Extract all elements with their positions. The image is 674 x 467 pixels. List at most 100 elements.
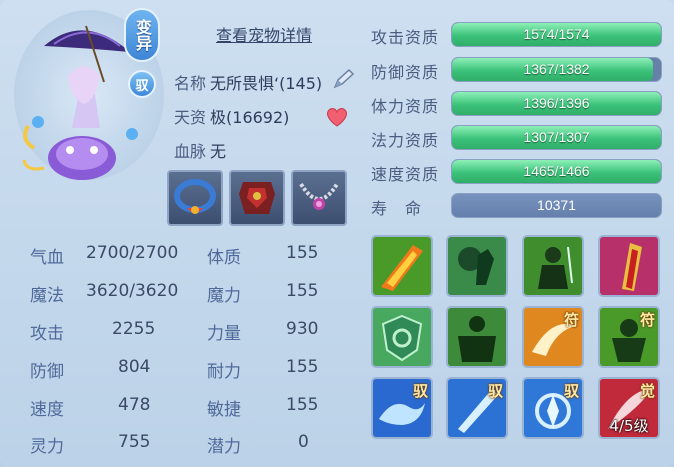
stat-hp-label: 气血: [30, 248, 64, 268]
skill-12-level: 4/5级: [609, 417, 649, 435]
stat-pot: 潜力: [207, 432, 241, 457]
stat-con: 体质: [207, 243, 241, 268]
skill-slot-7[interactable]: 符: [522, 306, 584, 368]
stat-agi-label: 敏捷: [207, 400, 241, 420]
pet-talent-row: 天资 极(16692): [174, 104, 289, 128]
stat-con-label: 体质: [207, 248, 241, 268]
skill-slot-9[interactable]: 驭: [371, 377, 433, 439]
ride-badge-label: 驭: [135, 78, 149, 94]
skill-slot-6[interactable]: [446, 306, 508, 368]
skill-slot-4[interactable]: [598, 235, 660, 297]
skill-11-tag: 驭: [563, 382, 579, 400]
skill-slot-11[interactable]: 驭: [522, 377, 584, 439]
edit-name-icon[interactable]: [332, 68, 356, 90]
apt-stamina-label: 体力资质: [371, 97, 440, 116]
skill-slot-12[interactable]: 觉 4/5级: [598, 377, 660, 439]
stat-str: 力量: [207, 319, 241, 344]
skill-8-tag: 符: [639, 311, 655, 329]
stat-con-value: 155: [286, 243, 319, 263]
brute-skill-icon: [448, 308, 506, 366]
pet-name-row: 名称 无所畏惧‘(145): [174, 70, 322, 94]
apt-magic-value: 1307/1307: [523, 129, 590, 145]
mutant-badge-label: 变异: [133, 19, 152, 51]
stat-agi-value: 155: [286, 395, 319, 415]
stat-end: 耐力: [207, 357, 241, 382]
apt-magic-label: 法力资质: [371, 131, 440, 150]
view-pet-details-link[interactable]: 查看宠物详情: [216, 22, 312, 46]
stat-hp-value: 2700/2700: [86, 243, 179, 263]
skill-slot-5[interactable]: [371, 306, 433, 368]
skill-7-tag: 符: [563, 311, 579, 329]
warrior-skill-icon: [524, 237, 582, 295]
stat-spd-value: 478: [118, 395, 151, 415]
flame-blade-skill-icon: [600, 237, 658, 295]
collar-icon: [174, 179, 216, 214]
apt-attack-label: 攻击资质: [371, 28, 440, 47]
armor-icon: [239, 182, 275, 214]
pet-name-label: 名称: [174, 74, 207, 93]
apt-defense-value: 1367/1382: [523, 61, 590, 77]
stat-str-value: 930: [286, 319, 319, 339]
skill-slot-1[interactable]: [371, 235, 433, 297]
pet-bloodline-value: 无: [210, 142, 227, 161]
apt-stamina-value: 1396/1396: [523, 95, 590, 111]
fire-slash-skill-icon: [373, 237, 431, 295]
stat-atk-value: 2255: [112, 319, 156, 339]
stat-mp: 魔法: [30, 281, 64, 306]
stat-mp-value: 3620/3620: [86, 281, 179, 301]
necklace-icon: [299, 182, 339, 210]
stat-spi-value: 755: [118, 432, 151, 452]
apt-speed-label: 速度资质: [371, 165, 440, 184]
stat-pot-value: 0: [298, 432, 309, 452]
pet-bloodline-row: 血脉无: [174, 138, 226, 162]
stat-str-label: 力量: [207, 324, 241, 344]
stat-atk: 攻击: [30, 319, 64, 344]
pet-panel: 变异 驭 查看宠物详情 名称 无所畏惧‘(145) 天资 极(16692) 血脉无: [0, 0, 674, 467]
stat-agi: 敏捷: [207, 395, 241, 420]
shadow-strike-skill-icon: [448, 237, 506, 295]
skill-slot-8[interactable]: 符: [598, 306, 660, 368]
stat-spi-label: 灵力: [30, 437, 64, 457]
stat-def: 防御: [30, 357, 64, 382]
stat-def-value: 804: [118, 357, 151, 377]
mutant-badge: 变异: [124, 8, 160, 62]
apt-defense-bar: 1367/1382: [451, 57, 662, 82]
stat-spd: 速度: [30, 395, 64, 420]
skill-12-tag: 觉: [639, 382, 655, 400]
stat-mag-label: 魔力: [207, 286, 241, 306]
apt-attack-value: 1574/1574: [523, 26, 590, 42]
skill-10-tag: 驭: [487, 382, 503, 400]
apt-defense-label: 防御资质: [371, 63, 440, 82]
pet-talent-label: 天资: [174, 108, 207, 127]
stat-end-label: 耐力: [207, 362, 241, 382]
apt-speed-value: 1465/1466: [523, 163, 590, 179]
stat-mag: 魔力: [207, 281, 241, 306]
stat-mag-value: 155: [286, 281, 319, 301]
stat-mp-label: 魔法: [30, 286, 64, 306]
apt-life-value: 10371: [451, 193, 662, 218]
stat-atk-label: 攻击: [30, 324, 64, 344]
equip-slot-necklace[interactable]: [291, 170, 347, 226]
apt-attack-bar: 1574/1574: [451, 22, 662, 47]
shield-skill-icon: [373, 308, 431, 366]
equip-slot-collar[interactable]: [167, 170, 223, 226]
skill-slot-10[interactable]: 驭: [446, 377, 508, 439]
pet-name-value: 无所畏惧‘(145): [210, 74, 323, 93]
equip-slot-armor[interactable]: [229, 170, 285, 226]
apt-magic-bar: 1307/1307: [451, 125, 662, 150]
heart-icon[interactable]: [325, 106, 349, 128]
apt-stamina-bar: 1396/1396: [451, 91, 662, 116]
stat-def-label: 防御: [30, 362, 64, 382]
apt-speed-bar: 1465/1466: [451, 159, 662, 184]
ride-badge: 驭: [128, 70, 156, 98]
pet-bloodline-label: 血脉: [174, 142, 207, 161]
skill-slot-2[interactable]: [446, 235, 508, 297]
skill-9-tag: 驭: [412, 382, 428, 400]
stat-pot-label: 潜力: [207, 437, 241, 457]
apt-life-label: 寿 命: [371, 199, 423, 218]
stat-spd-label: 速度: [30, 400, 64, 420]
stat-spi: 灵力: [30, 432, 64, 457]
skill-slot-3[interactable]: [522, 235, 584, 297]
stat-end-value: 155: [286, 357, 319, 377]
stat-hp: 气血: [30, 243, 64, 268]
